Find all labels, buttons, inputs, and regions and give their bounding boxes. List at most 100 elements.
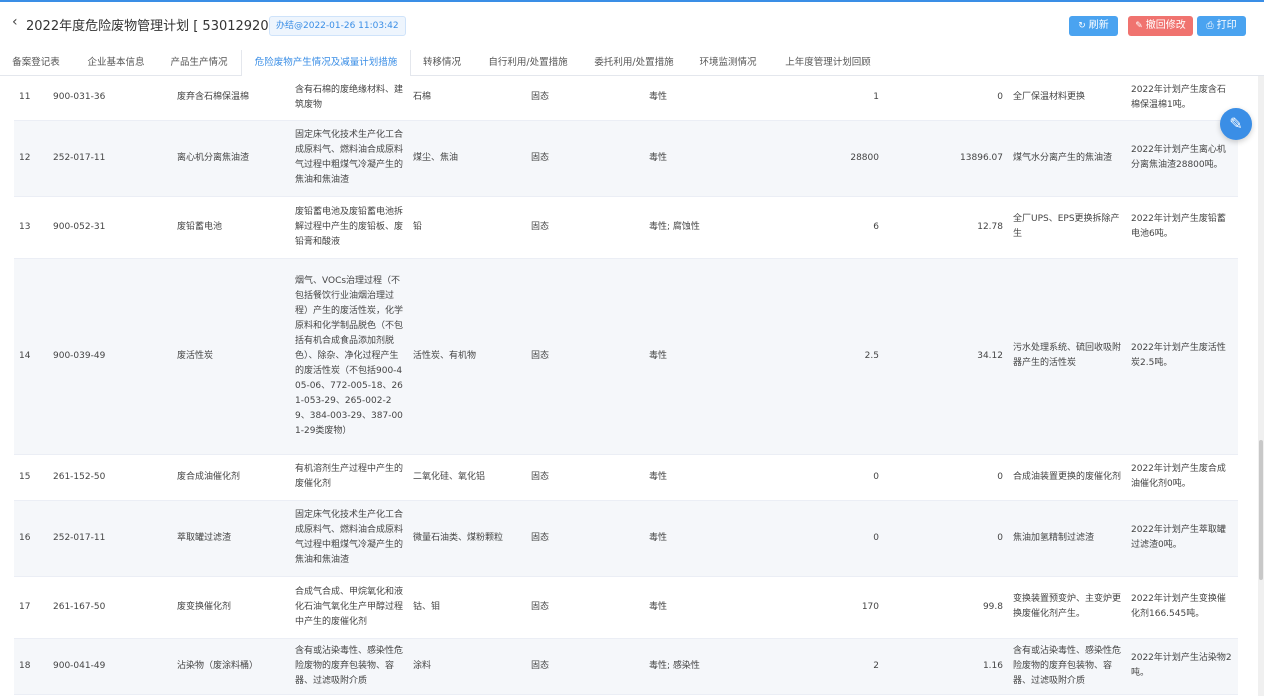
- waste-source: 合成气合成、甲烷氧化和液化石油气氧化生产甲醇过程中产生的废催化剂: [290, 576, 408, 639]
- main-component: 钴、钼: [408, 576, 526, 639]
- tab-product-production[interactable]: 产品生产情况: [160, 50, 238, 75]
- physical-form: 固态: [526, 120, 644, 197]
- waste-code: 900-039-49: [48, 258, 172, 455]
- tab-self-utilization[interactable]: 自行利用/处置措施: [480, 50, 576, 75]
- main-component: 二氧化硅、氧化铝: [408, 454, 526, 501]
- refresh-button[interactable]: ↻ 刷新: [1069, 16, 1118, 36]
- main-component: 铅: [408, 196, 526, 259]
- row-number: 14: [14, 258, 48, 455]
- hazard-property: 毒性: [644, 454, 784, 501]
- waste-source: 烟气、VOCs治理过程（不包括餐饮行业油烟治理过程）产生的废活性炭，化学原料和化…: [290, 258, 408, 455]
- row-number: 13: [14, 196, 48, 259]
- waste-code: 252-017-11: [48, 120, 172, 197]
- print-button[interactable]: ⎙ 打印: [1197, 16, 1246, 36]
- reduction-measure: 变换装置预变炉、主变炉更换废催化剂产生。: [1008, 576, 1126, 639]
- waste-code: 261-152-50: [48, 454, 172, 501]
- main-component: 石棉: [408, 76, 526, 121]
- waste-source: 固定床气化技术生产化工合成原料气、燃料油合成原料气过程中粗煤气冷凝产生的焦油和焦…: [290, 500, 408, 577]
- plan-note: 2022年计划产生变换催化剂166.545吨。: [1126, 576, 1238, 639]
- hazard-property: 毒性: [644, 576, 784, 639]
- table-row: 13 900-052-31 废铅蓄电池 废铅蓄电池及废铅蓄电池拆解过程中产生的废铅板、…: [14, 196, 1238, 259]
- planned-amount: 2.5: [784, 258, 884, 455]
- table-row: 12 252-017-11 离心机分离焦油渣 固定床气化技术生产化工合成原料气、燃料油…: [14, 120, 1238, 197]
- row-number: 18: [14, 638, 48, 695]
- waste-source: 固定床气化技术生产化工合成原料气、燃料油合成原料气过程中粗煤气冷凝产生的焦油和焦…: [290, 120, 408, 197]
- actual-amount: 13896.07: [884, 120, 1008, 197]
- reduction-measure: 全厂保温材料更换: [1008, 76, 1126, 121]
- plan-note: 2022年计划产生沾染物2吨。: [1126, 638, 1238, 695]
- actual-amount: 34.12: [884, 258, 1008, 455]
- main-component: 涂料: [408, 638, 526, 695]
- plan-note: 2022年计划产生废活性炭2.5吨。: [1126, 258, 1238, 455]
- table-row: 18 900-041-49 沾染物（废涂料桶） 含有或沾染毒性、感染性危险废物的废弃包…: [14, 638, 1238, 695]
- refresh-icon: ↻: [1078, 21, 1086, 31]
- reduction-measure: 煤气水分离产生的焦油渣: [1008, 120, 1126, 197]
- hazard-property: 毒性; 腐蚀性: [644, 196, 784, 259]
- waste-name: 废弃含石棉保温棉: [172, 76, 290, 121]
- physical-form: 固态: [526, 576, 644, 639]
- page-header: ‹ 2022年度危险废物管理计划 [ 53012920220035 ] 办结@2…: [0, 2, 1264, 46]
- waste-code: 900-052-31: [48, 196, 172, 259]
- table-row: 17 261-167-50 废变换催化剂 合成气合成、甲烷氧化和液化石油气氧化生产甲醇…: [14, 576, 1238, 639]
- actual-amount: 99.8: [884, 576, 1008, 639]
- reduction-measure: 全厂UPS、EPS更换拆除产生: [1008, 196, 1126, 259]
- actual-amount: 0: [884, 454, 1008, 501]
- tab-bar: 备案登记表 企业基本信息 产品生产情况 危险废物产生情况及减量计划措施 转移情况…: [0, 50, 1264, 76]
- tab-environment-monitoring[interactable]: 环境监测情况: [690, 50, 766, 75]
- waste-code: 900-031-36: [48, 76, 172, 121]
- print-label: 打印: [1216, 20, 1237, 31]
- waste-table-container[interactable]: 11 900-031-36 废弃含石棉保温棉 含有石棉的废绝缘材料、建筑废物 石棉 固态毒…: [14, 76, 1238, 696]
- actual-amount: 12.78: [884, 196, 1008, 259]
- waste-name: 离心机分离焦油渣: [172, 120, 290, 197]
- main-component: 煤尘、焦油: [408, 120, 526, 197]
- reduction-measure: 含有或沾染毒性、感染性危险废物的废弃包装物、容器、过滤吸附介质: [1008, 638, 1126, 695]
- reduction-measure: 合成油装置更换的废催化剂: [1008, 454, 1126, 501]
- tab-record-registration[interactable]: 备案登记表: [0, 50, 72, 75]
- waste-code: 900-041-49: [48, 638, 172, 695]
- physical-form: 固态: [526, 258, 644, 455]
- chevron-left-icon[interactable]: ‹: [12, 14, 18, 30]
- tab-transfer[interactable]: 转移情况: [414, 50, 470, 75]
- row-number: 17: [14, 576, 48, 639]
- waste-source: 有机溶剂生产过程中产生的废催化剂: [290, 454, 408, 501]
- row-number: 15: [14, 454, 48, 501]
- tab-last-year-review[interactable]: 上年度管理计划回顾: [776, 50, 880, 75]
- table-row: 16 252-017-11 萃取罐过滤渣 固定床气化技术生产化工合成原料气、燃料油合成…: [14, 500, 1238, 577]
- physical-form: 固态: [526, 196, 644, 259]
- table-row: 15 261-152-50 废合成油催化剂 有机溶剂生产过程中产生的废催化剂 二氧化硅、…: [14, 454, 1238, 501]
- tab-enterprise-info[interactable]: 企业基本信息: [78, 50, 154, 75]
- plan-note: 2022年计划产生萃取罐过滤渣0吨。: [1126, 500, 1238, 577]
- row-number: 12: [14, 120, 48, 197]
- tab-hazardous-waste-generation[interactable]: 危险废物产生情况及减量计划措施: [241, 50, 411, 76]
- reduction-measure: 污水处理系统、硫回收吸附器产生的活性炭: [1008, 258, 1126, 455]
- revoke-label: 撤回修改: [1145, 20, 1186, 31]
- waste-name: 废铅蓄电池: [172, 196, 290, 259]
- physical-form: 固态: [526, 76, 644, 121]
- waste-name: 沾染物（废涂料桶）: [172, 638, 290, 695]
- hazard-property: 毒性: [644, 76, 784, 121]
- main-component: 活性炭、有机物: [408, 258, 526, 455]
- printer-icon: ⎙: [1206, 21, 1214, 31]
- vertical-scrollbar[interactable]: [1258, 76, 1264, 696]
- waste-source: 含有石棉的废绝缘材料、建筑废物: [290, 76, 408, 121]
- physical-form: 固态: [526, 454, 644, 501]
- planned-amount: 28800: [784, 120, 884, 197]
- planned-amount: 170: [784, 576, 884, 639]
- revoke-edit-button[interactable]: ✎ 撤回修改: [1128, 16, 1193, 36]
- waste-table: 11 900-031-36 废弃含石棉保温棉 含有石棉的废绝缘材料、建筑废物 石棉 固态毒…: [14, 76, 1238, 695]
- scrollbar-thumb[interactable]: [1259, 440, 1263, 580]
- hazard-property: 毒性: [644, 500, 784, 577]
- actual-amount: 0: [884, 500, 1008, 577]
- physical-form: 固态: [526, 500, 644, 577]
- actual-amount: 0: [884, 76, 1008, 121]
- planned-amount: 0: [784, 454, 884, 501]
- table-row: 14 900-039-49 废活性炭 烟气、VOCs治理过程（不包括餐饮行业油烟治理过…: [14, 258, 1238, 455]
- refresh-label: 刷新: [1088, 20, 1109, 31]
- pencil-edit-icon[interactable]: ✎: [1220, 108, 1252, 140]
- planned-amount: 0: [784, 500, 884, 577]
- hazard-property: 毒性: [644, 258, 784, 455]
- waste-name: 废合成油催化剂: [172, 454, 290, 501]
- plan-note: 2022年计划产生废含石棉保温棉1吨。: [1126, 76, 1238, 121]
- tab-entrusted-utilization[interactable]: 委托利用/处置措施: [586, 50, 682, 75]
- planned-amount: 6: [784, 196, 884, 259]
